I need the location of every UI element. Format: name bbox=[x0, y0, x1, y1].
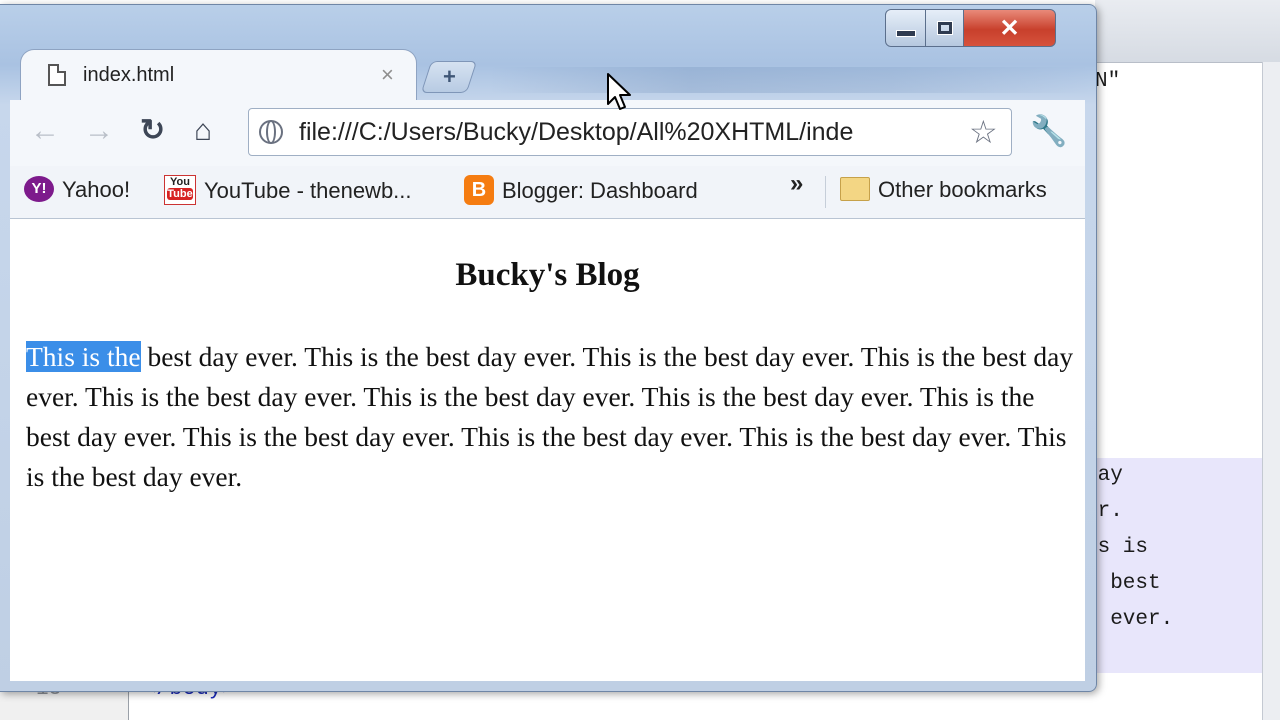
bookmark-label: Blogger: Dashboard bbox=[502, 177, 698, 203]
plus-icon: + bbox=[442, 64, 456, 89]
page-viewport[interactable]: Bucky's Blog This is the best day ever. … bbox=[10, 219, 1085, 681]
page-paragraph[interactable]: This is the best day ever. This is the b… bbox=[26, 337, 1076, 497]
tabstrip-background bbox=[490, 67, 1090, 93]
minimize-button[interactable] bbox=[885, 9, 926, 47]
forward-button[interactable]: → bbox=[84, 116, 114, 146]
editor-code-fragment: N" bbox=[1095, 70, 1121, 93]
bookmark-yahoo[interactable]: Y! Yahoo! bbox=[24, 176, 131, 204]
bookmark-other[interactable]: Other bookmarks bbox=[840, 177, 1047, 203]
bookmark-youtube[interactable]: You Tube YouTube - thenewb... bbox=[164, 175, 412, 207]
tab-close-icon[interactable]: × bbox=[381, 62, 394, 88]
mouse-cursor-icon bbox=[607, 73, 631, 110]
new-tab-button[interactable]: + bbox=[420, 61, 478, 93]
editor-code-fragment: y ever. bbox=[1085, 608, 1174, 631]
editor-current-line-highlight bbox=[1085, 458, 1262, 673]
maximize-icon bbox=[936, 21, 953, 35]
bookmark-label: Yahoo! bbox=[62, 177, 131, 202]
url-text[interactable]: file:///C:/Users/Bucky/Desktop/All%20XHT… bbox=[299, 118, 963, 147]
globe-icon bbox=[259, 120, 283, 144]
selected-text[interactable]: This is the bbox=[26, 341, 141, 372]
wrench-menu-icon[interactable]: 🔧 bbox=[1030, 114, 1067, 149]
yahoo-icon: Y! bbox=[24, 176, 54, 203]
bookmark-star-icon[interactable]: ☆ bbox=[969, 113, 998, 151]
address-bar[interactable]: file:///C:/Users/Bucky/Desktop/All%20XHT… bbox=[248, 108, 1012, 156]
window-controls: ✕ bbox=[885, 9, 1056, 49]
page-icon bbox=[48, 64, 66, 86]
bookmark-label: Other bookmarks bbox=[878, 177, 1047, 202]
close-icon: ✕ bbox=[999, 14, 1020, 42]
editor-title-strip bbox=[1095, 0, 1280, 63]
browser-window: ✕ index.html × + ← → ↻ ⌂ file:///C:/User… bbox=[0, 4, 1097, 692]
bookmarks-overflow-icon[interactable]: » bbox=[790, 170, 803, 198]
paragraph-text: best day ever. This is the best day ever… bbox=[26, 341, 1074, 492]
browser-toolbar: ← → ↻ ⌂ file:///C:/Users/Bucky/Desktop/A… bbox=[10, 100, 1085, 166]
bookmark-blogger[interactable]: B Blogger: Dashboard bbox=[464, 175, 698, 207]
close-window-button[interactable]: ✕ bbox=[964, 9, 1056, 47]
home-button[interactable]: ⌂ bbox=[194, 116, 212, 146]
minimize-icon bbox=[895, 29, 916, 37]
bookmarks-divider bbox=[825, 176, 826, 208]
page-heading: Bucky's Blog bbox=[455, 257, 640, 293]
youtube-icon-text: You bbox=[170, 176, 190, 188]
tab-title: index.html bbox=[83, 64, 175, 86]
youtube-icon: You Tube bbox=[164, 175, 196, 205]
folder-icon bbox=[840, 177, 870, 202]
reload-button[interactable]: ↻ bbox=[140, 116, 165, 146]
bookmark-label: YouTube - thenewb... bbox=[204, 177, 412, 203]
editor-scrollbar[interactable] bbox=[1262, 62, 1280, 720]
youtube-icon-text: Tube bbox=[167, 188, 193, 200]
tab-index-html[interactable]: index.html × bbox=[20, 49, 417, 102]
bookmarks-bar: Y! Yahoo! You Tube YouTube - thenewb... B Bl… bbox=[10, 166, 1085, 219]
back-button[interactable]: ← bbox=[30, 116, 60, 146]
maximize-button[interactable] bbox=[926, 9, 964, 47]
blogger-icon: B bbox=[464, 175, 494, 205]
